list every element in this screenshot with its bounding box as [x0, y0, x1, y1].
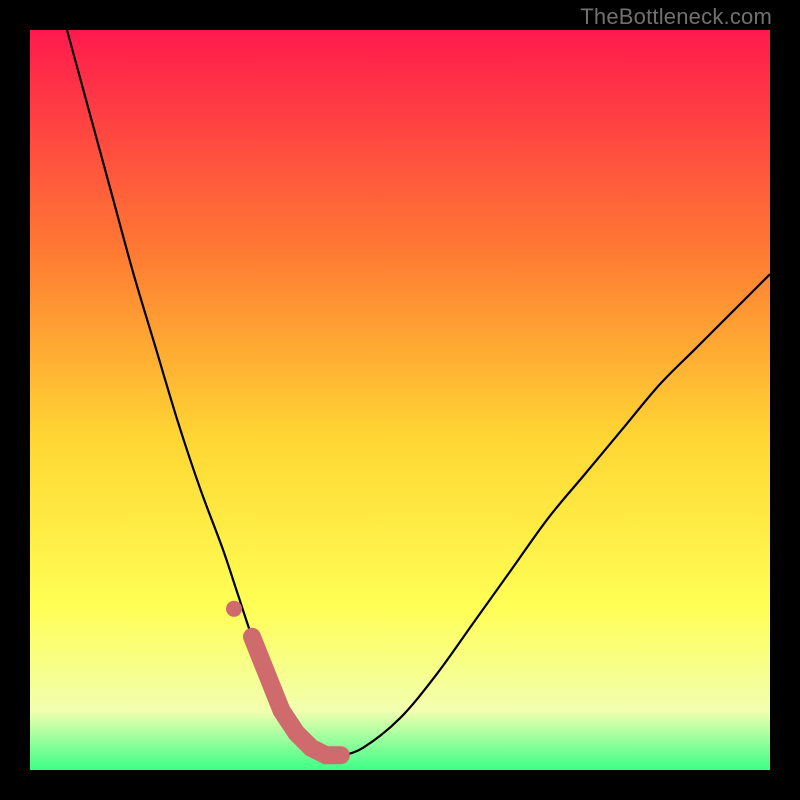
- watermark-text: TheBottleneck.com: [580, 4, 772, 30]
- chart-frame: TheBottleneck.com: [0, 0, 800, 800]
- bottleneck-curve: [30, 30, 770, 770]
- plot-area: [30, 30, 770, 770]
